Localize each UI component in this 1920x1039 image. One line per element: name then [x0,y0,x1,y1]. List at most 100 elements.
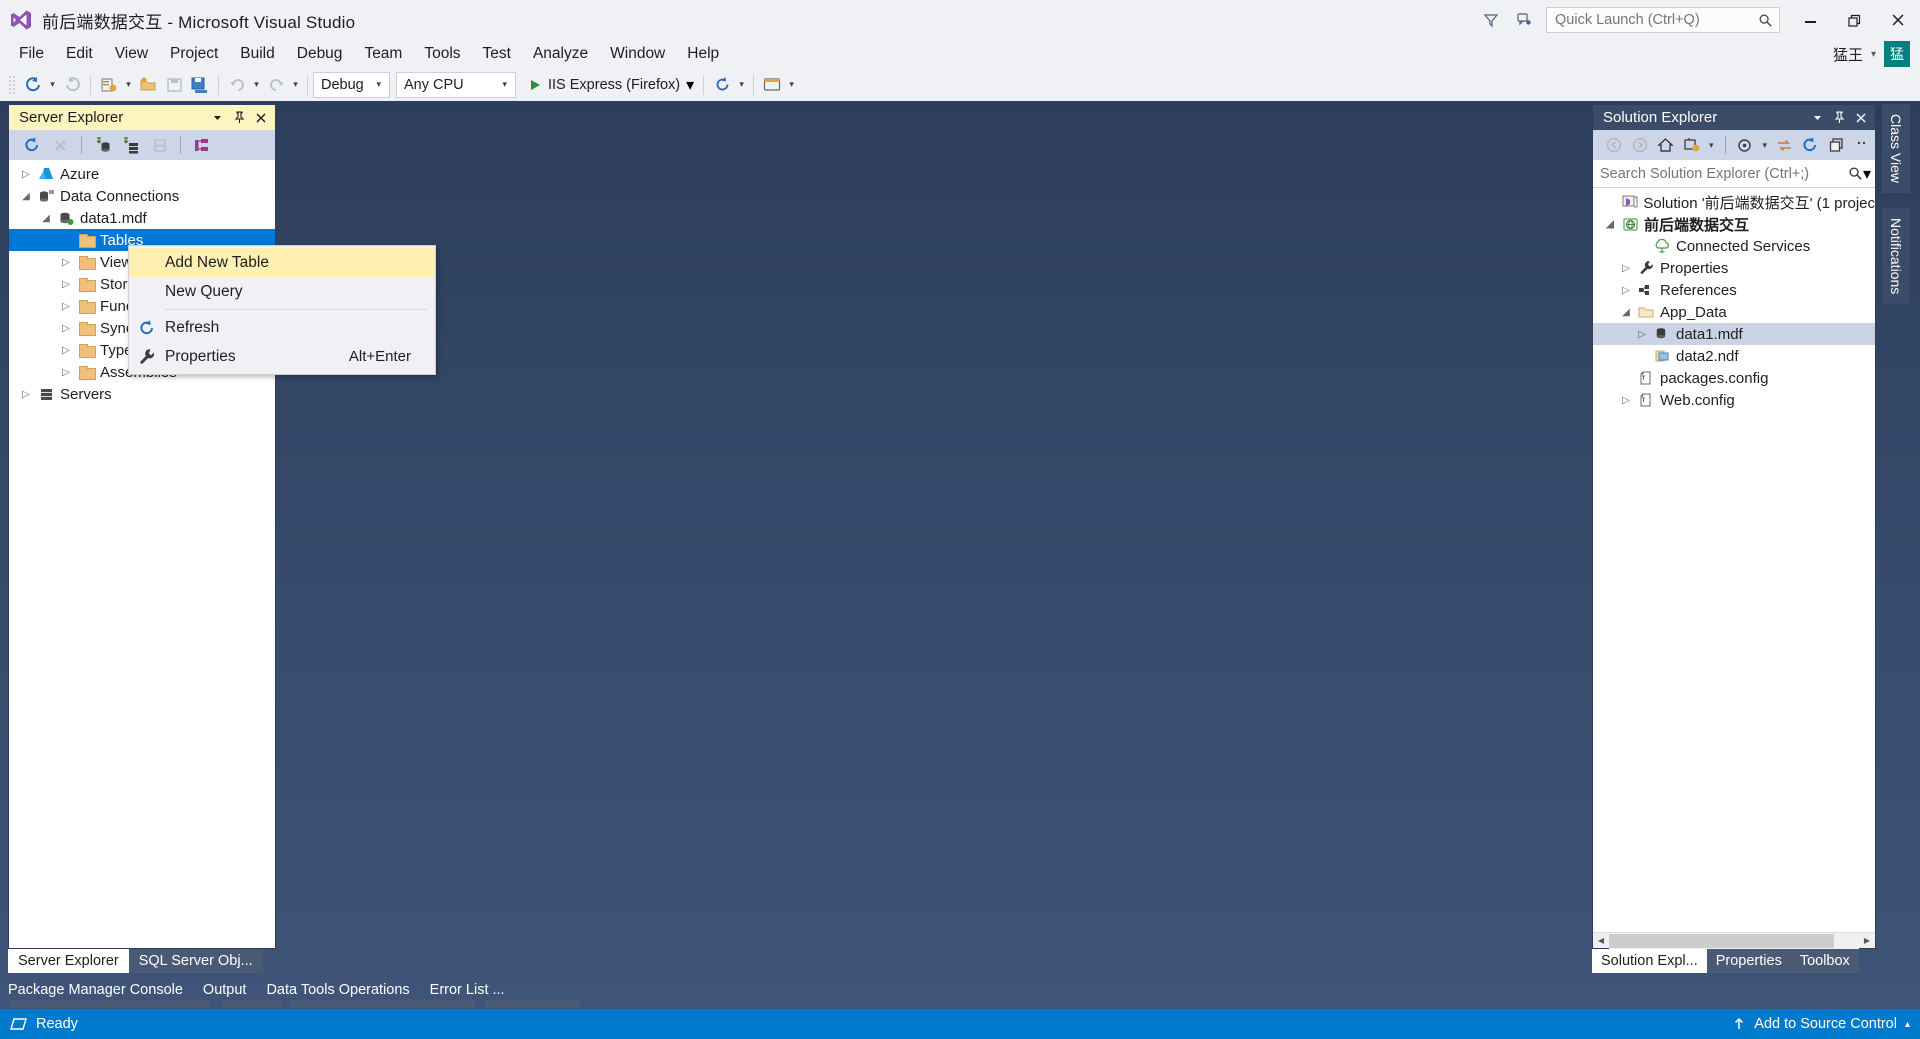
tab-properties[interactable]: Properties [1706,949,1791,973]
new-project-icon[interactable] [96,72,122,98]
tree-node-data1-mdf[interactable]: ◢ data1.mdf [9,207,275,229]
minimize-button[interactable] [1788,1,1832,39]
redo-icon[interactable] [263,72,289,98]
scrollbar-thumb[interactable] [1609,933,1834,948]
solution-configuration-combo[interactable]: Debug ▾ [313,71,390,98]
tree-node-packages-config[interactable]: packages.config [1593,367,1875,389]
tree-node-project[interactable]: ◢ 前后端数据交互 [1593,213,1875,235]
quick-launch-box[interactable] [1546,7,1780,33]
collapse-all-icon[interactable] [1824,133,1849,157]
vtab-notifications[interactable]: Notifications [1882,208,1910,305]
context-menu[interactable]: Add New Table New Query Refresh Properti… [128,245,436,375]
new-project-caret-icon[interactable]: ▾ [122,72,135,98]
forward-icon[interactable] [1627,133,1652,157]
search-solution-input[interactable] [1600,165,1848,182]
menu-analyze[interactable]: Analyze [522,42,599,66]
show-all-files-caret-icon[interactable]: ▾ [1758,132,1771,158]
menu-test[interactable]: Test [472,42,522,66]
menu-view[interactable]: View [104,42,159,66]
scrollbar-track[interactable] [1609,932,1859,949]
undo-caret-icon[interactable]: ▾ [250,72,263,98]
tree-node-solution-root[interactable]: Solution '前后端数据交互' (1 projec [1593,191,1875,213]
refresh-icon[interactable] [19,133,45,157]
expander-icon[interactable]: ▷ [57,279,75,290]
menu-window[interactable]: Window [599,42,676,66]
expander-icon[interactable]: ◢ [17,191,35,202]
navigate-back-caret-icon[interactable]: ▾ [46,72,59,98]
redo-caret-icon[interactable]: ▾ [289,72,302,98]
close-button[interactable] [1876,1,1920,39]
context-menu-item-refresh[interactable]: Refresh [129,313,435,342]
show-all-files-icon[interactable] [1732,133,1757,157]
solution-explorer-search[interactable]: ▾ [1593,160,1875,188]
filter-icon[interactable] [1474,3,1508,37]
solution-platform-combo[interactable]: Any CPU ▾ [396,71,516,98]
tree-node-data2-ndf[interactable]: data2.ndf [1593,345,1875,367]
tree-node-references[interactable]: ▷ References [1593,279,1875,301]
undo-icon[interactable] [224,72,250,98]
object-hierarchy-icon[interactable] [189,133,215,157]
tab-error-list[interactable]: Error List ... [430,982,505,998]
tab-toolbox[interactable]: Toolbox [1790,949,1859,973]
close-icon[interactable] [1851,108,1871,128]
expander-icon[interactable]: ◢ [1601,219,1619,230]
expander-icon[interactable]: ▷ [57,345,75,356]
tab-package-manager-console[interactable]: Package Manager Console [8,982,183,998]
menu-edit[interactable]: Edit [55,42,104,66]
refresh-icon[interactable] [1798,133,1823,157]
chevron-down-icon[interactable] [1807,108,1827,128]
chevron-down-icon[interactable] [207,108,227,128]
solution-explorer-horizontal-scrollbar[interactable]: ◀ ▶ [1593,932,1875,949]
add-to-source-control-label[interactable]: Add to Source Control [1754,1016,1897,1032]
navigate-back-icon[interactable] [20,72,46,98]
pin-icon[interactable] [229,108,249,128]
toolbar-overflow-icon[interactable]: ▾ [785,72,798,98]
tree-node-servers[interactable]: ▷ Servers [9,383,275,405]
expander-icon[interactable]: ▷ [17,169,35,180]
scroll-left-icon[interactable]: ◀ [1593,933,1609,949]
tree-node-properties[interactable]: ▷ Properties [1593,257,1875,279]
save-icon[interactable] [161,72,187,98]
tree-node-app-data[interactable]: ◢ App_Data [1593,301,1875,323]
account-name[interactable]: 猛王 [1833,44,1863,65]
tree-node-azure[interactable]: ▷ Azure [9,163,275,185]
chevron-up-icon[interactable]: ▴ [1905,1019,1910,1030]
pending-changes-caret-icon[interactable]: ▾ [1705,132,1718,158]
tab-output[interactable]: Output [203,982,247,998]
menu-build[interactable]: Build [229,42,285,66]
add-server-icon[interactable] [146,133,172,157]
tab-server-explorer[interactable]: Server Explorer [8,949,129,973]
tab-solution-explorer[interactable]: Solution Expl... [1592,949,1707,973]
toolbar-grip[interactable] [8,74,16,95]
expander-icon[interactable]: ▷ [17,389,35,400]
expander-icon[interactable]: ▷ [1633,329,1651,340]
pin-icon[interactable] [1829,108,1849,128]
pending-changes-icon[interactable] [1679,133,1704,157]
overflow-icon[interactable] [1850,133,1875,157]
tree-node-solution-data1-mdf[interactable]: ▷ data1.mdf [1593,323,1875,345]
menu-debug[interactable]: Debug [286,42,354,66]
tab-data-tools-operations[interactable]: Data Tools Operations [266,982,409,998]
avatar[interactable]: 猛 [1884,41,1910,67]
connect-to-database-icon[interactable] [90,133,116,157]
expander-icon[interactable]: ▷ [57,323,75,334]
home-icon[interactable] [1653,133,1678,157]
restore-button[interactable] [1832,1,1876,39]
expander-icon[interactable]: ▷ [57,257,75,268]
expander-icon[interactable]: ◢ [1617,307,1635,318]
expander-icon[interactable]: ◢ [37,213,55,224]
stop-icon[interactable] [47,133,73,157]
status-right[interactable]: Add to Source Control ▴ [1732,1016,1910,1032]
vtab-class-view[interactable]: Class View [1882,104,1910,193]
solution-explorer-tree[interactable]: Solution '前后端数据交互' (1 projec ◢ 前后端数据交互 C… [1593,188,1875,932]
context-menu-item-new-query[interactable]: New Query [129,277,435,306]
tree-node-connected-services[interactable]: Connected Services [1593,235,1875,257]
tree-node-web-config[interactable]: ▷ Web.config [1593,389,1875,411]
chevron-down-icon[interactable]: ▾ [1871,49,1876,60]
expander-icon[interactable]: ▷ [1617,395,1635,406]
menu-file[interactable]: File [8,42,55,66]
context-menu-item-add-new-table[interactable]: Add New Table [129,248,435,277]
open-file-icon[interactable] [135,72,161,98]
chevron-down-icon[interactable]: ▾ [686,75,694,95]
start-debugging-button[interactable]: IIS Express (Firefox) ▾ [522,75,698,95]
